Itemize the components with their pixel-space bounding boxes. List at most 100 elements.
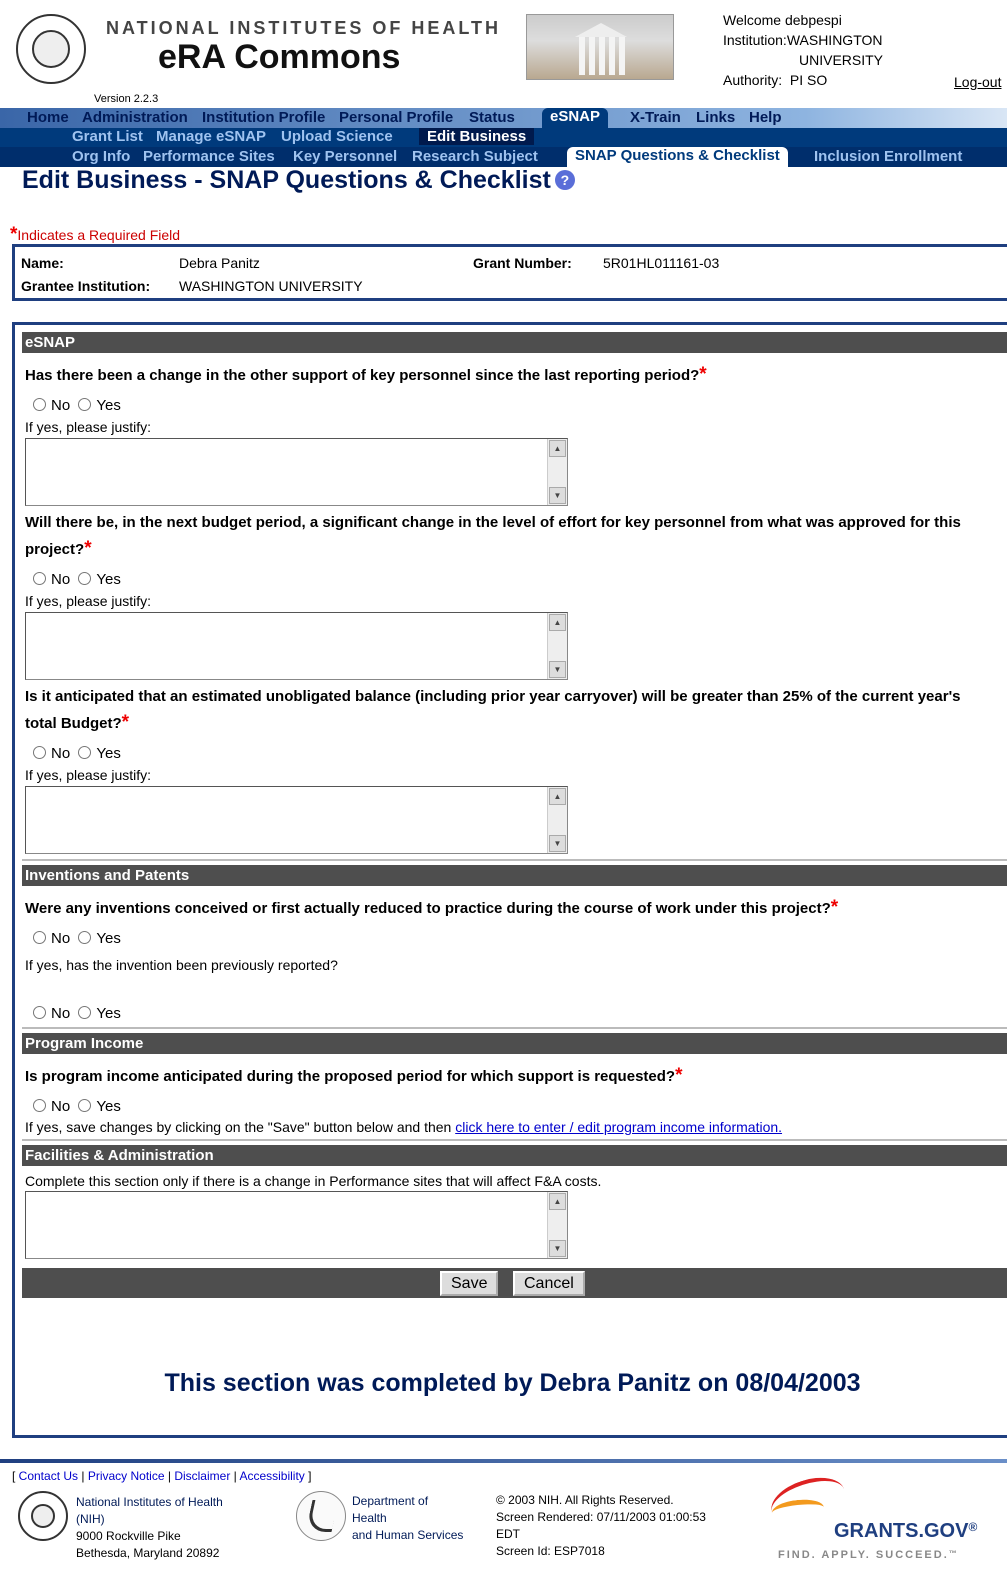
radio-q1-no[interactable] [33,398,46,411]
nav-administration[interactable]: Administration [82,109,188,126]
version-label: Version 2.2.3 [94,93,159,105]
radio-q4-no[interactable] [33,931,46,944]
accessibility-link[interactable]: Accessibility [239,1469,304,1483]
question-previously-reported: If yes, has the invention been previousl… [25,957,338,973]
radio-group-q2: No Yes [29,571,121,588]
scroll-up-icon[interactable]: ▲ [549,440,566,457]
nav-status[interactable]: Status [469,109,515,126]
scroll-down-icon[interactable]: ▼ [549,835,566,852]
tab-org-info[interactable]: Org Info [72,148,130,165]
nih-address: National Institutes of Health (NIH) 9000… [76,1495,223,1560]
justify-label-q1: If yes, please justify: [25,419,152,435]
subnav-upload-science[interactable]: Upload Science [281,128,393,145]
privacy-notice-link[interactable]: Privacy Notice [88,1469,165,1483]
justify-textarea-q3[interactable]: ▲ ▼ [25,786,568,854]
radio-group-q1: No Yes [29,397,121,414]
radio-group-q5: No Yes [29,1098,121,1115]
scroll-up-icon[interactable]: ▲ [549,788,566,805]
scrollbar[interactable]: ▲ ▼ [547,1192,567,1258]
copyright-info: © 2003 NIH. All Rights Reserved. Screen … [496,1493,706,1558]
nav-esnap[interactable]: eSNAP [542,108,609,128]
question-level-of-effort: Will there be, in the next budget period… [25,514,961,559]
agency-title: NATIONAL INSTITUTES OF HEALTH [106,18,501,38]
subnav-grant-list[interactable]: Grant List [72,128,143,145]
scroll-up-icon[interactable]: ▲ [549,1193,566,1210]
completion-message: This section was completed by Debra Pani… [164,1369,861,1397]
radio-q5-yes[interactable] [78,1099,92,1112]
nav-home[interactable]: Home [27,109,69,126]
fa-textarea[interactable]: ▲ ▼ [25,1191,568,1259]
name-value: Debra Panitz [179,255,260,271]
radio-q4-yes[interactable] [78,931,92,944]
section-esnap: eSNAP [22,332,1007,353]
institution-name: WASHINGTON [786,32,883,48]
radio-q2-no[interactable] [33,572,46,585]
hhs-name: Department of Health and Human Services [352,1494,464,1542]
nav-links[interactable]: Links [696,109,735,126]
grantee-institution-value: WASHINGTON UNIVERSITY [179,278,363,294]
question-unobligated-balance: Is it anticipated that an estimated unob… [25,688,961,733]
section-divider [22,1027,1007,1029]
scrollbar[interactable]: ▲ ▼ [547,439,567,505]
button-bar: Save Cancel [22,1268,1007,1298]
footer-links: [ Contact Us | Privacy Notice | Disclaim… [12,1469,312,1483]
section-facilities-administration: Facilities & Administration [22,1145,1007,1166]
footer-divider [0,1459,1007,1463]
save-button[interactable]: Save [440,1271,499,1296]
radio-group-q4b: No Yes [29,1005,121,1022]
section-program-income: Program Income [22,1033,1007,1054]
help-icon[interactable]: ? [554,170,575,190]
snap-form: eSNAP Has there been a change in the oth… [12,322,1007,1438]
username: debpespi [784,12,842,28]
grants-gov-tagline: FIND. APPLY. SUCCEED.™ [778,1549,959,1561]
grants-gov-logo[interactable]: GRANTS.GOV® [834,1520,977,1543]
nav-institution-profile[interactable]: Institution Profile [202,109,325,126]
scroll-up-icon[interactable]: ▲ [549,614,566,631]
header: NATIONAL INSTITUTES OF HEALTH eRA Common… [0,0,1007,108]
radio-q3-yes[interactable] [78,746,92,759]
radio-q2-yes[interactable] [78,572,92,585]
scroll-down-icon[interactable]: ▼ [549,661,566,678]
grant-number-label: Grant Number: [473,255,572,271]
fa-note: Complete this section only if there is a… [25,1173,602,1189]
program-income-link[interactable]: click here to enter / edit program incom… [455,1119,782,1135]
tab-key-personnel[interactable]: Key Personnel [293,148,397,165]
scroll-down-icon[interactable]: ▼ [549,1240,566,1257]
cancel-button[interactable]: Cancel [513,1271,585,1296]
nih-footer-seal-logo [18,1491,68,1541]
contact-us-link[interactable]: Contact Us [19,1469,78,1483]
question-inventions: Were any inventions conceived or first a… [25,897,839,918]
radio-q4b-no[interactable] [33,1006,46,1019]
tab-performance-sites[interactable]: Performance Sites [143,148,275,165]
section-divider [22,1139,1007,1141]
justify-label-q2: If yes, please justify: [25,593,152,609]
program-income-note: If yes, save changes by clicking on the … [25,1119,783,1135]
logout-link[interactable]: Log-out [954,74,1001,90]
disclaimer-link[interactable]: Disclaimer [174,1469,230,1483]
scroll-down-icon[interactable]: ▼ [549,487,566,504]
radio-q1-yes[interactable] [78,398,92,411]
subnav-manage-esnap[interactable]: Manage eSNAP [156,128,266,145]
question-program-income: Is program income anticipated during the… [25,1065,683,1086]
nav-personal-profile[interactable]: Personal Profile [339,109,453,126]
tab-inclusion-enrollment[interactable]: Inclusion Enrollment [814,148,962,165]
justify-textarea-q1[interactable]: ▲ ▼ [25,438,568,506]
radio-q4b-yes[interactable] [78,1006,92,1019]
subnav-edit-business[interactable]: Edit Business [419,128,535,145]
radio-q5-no[interactable] [33,1099,46,1112]
scrollbar[interactable]: ▲ ▼ [547,613,567,679]
grant-info-box: Name: Debra Panitz Grant Number: 5R01HL0… [12,244,1007,301]
grant-number-value: 5R01HL011161-03 [603,255,720,271]
scrollbar[interactable]: ▲ ▼ [547,787,567,853]
radio-group-q3: No Yes [29,745,121,762]
justify-textarea-q2[interactable]: ▲ ▼ [25,612,568,680]
radio-q3-no[interactable] [33,746,46,759]
nav-x-train[interactable]: X-Train [630,109,681,126]
tab-snap-questions[interactable]: SNAP Questions & Checklist [567,147,788,167]
hhs-eagle-logo [296,1491,346,1541]
nav-help[interactable]: Help [749,109,782,126]
page-title: Edit Business - SNAP Questions & Checkli… [22,166,575,195]
primary-nav: Home Administration Institution Profile … [0,108,1007,128]
tab-research-subject[interactable]: Research Subject [412,148,538,165]
authority-value: PI SO [789,72,828,88]
